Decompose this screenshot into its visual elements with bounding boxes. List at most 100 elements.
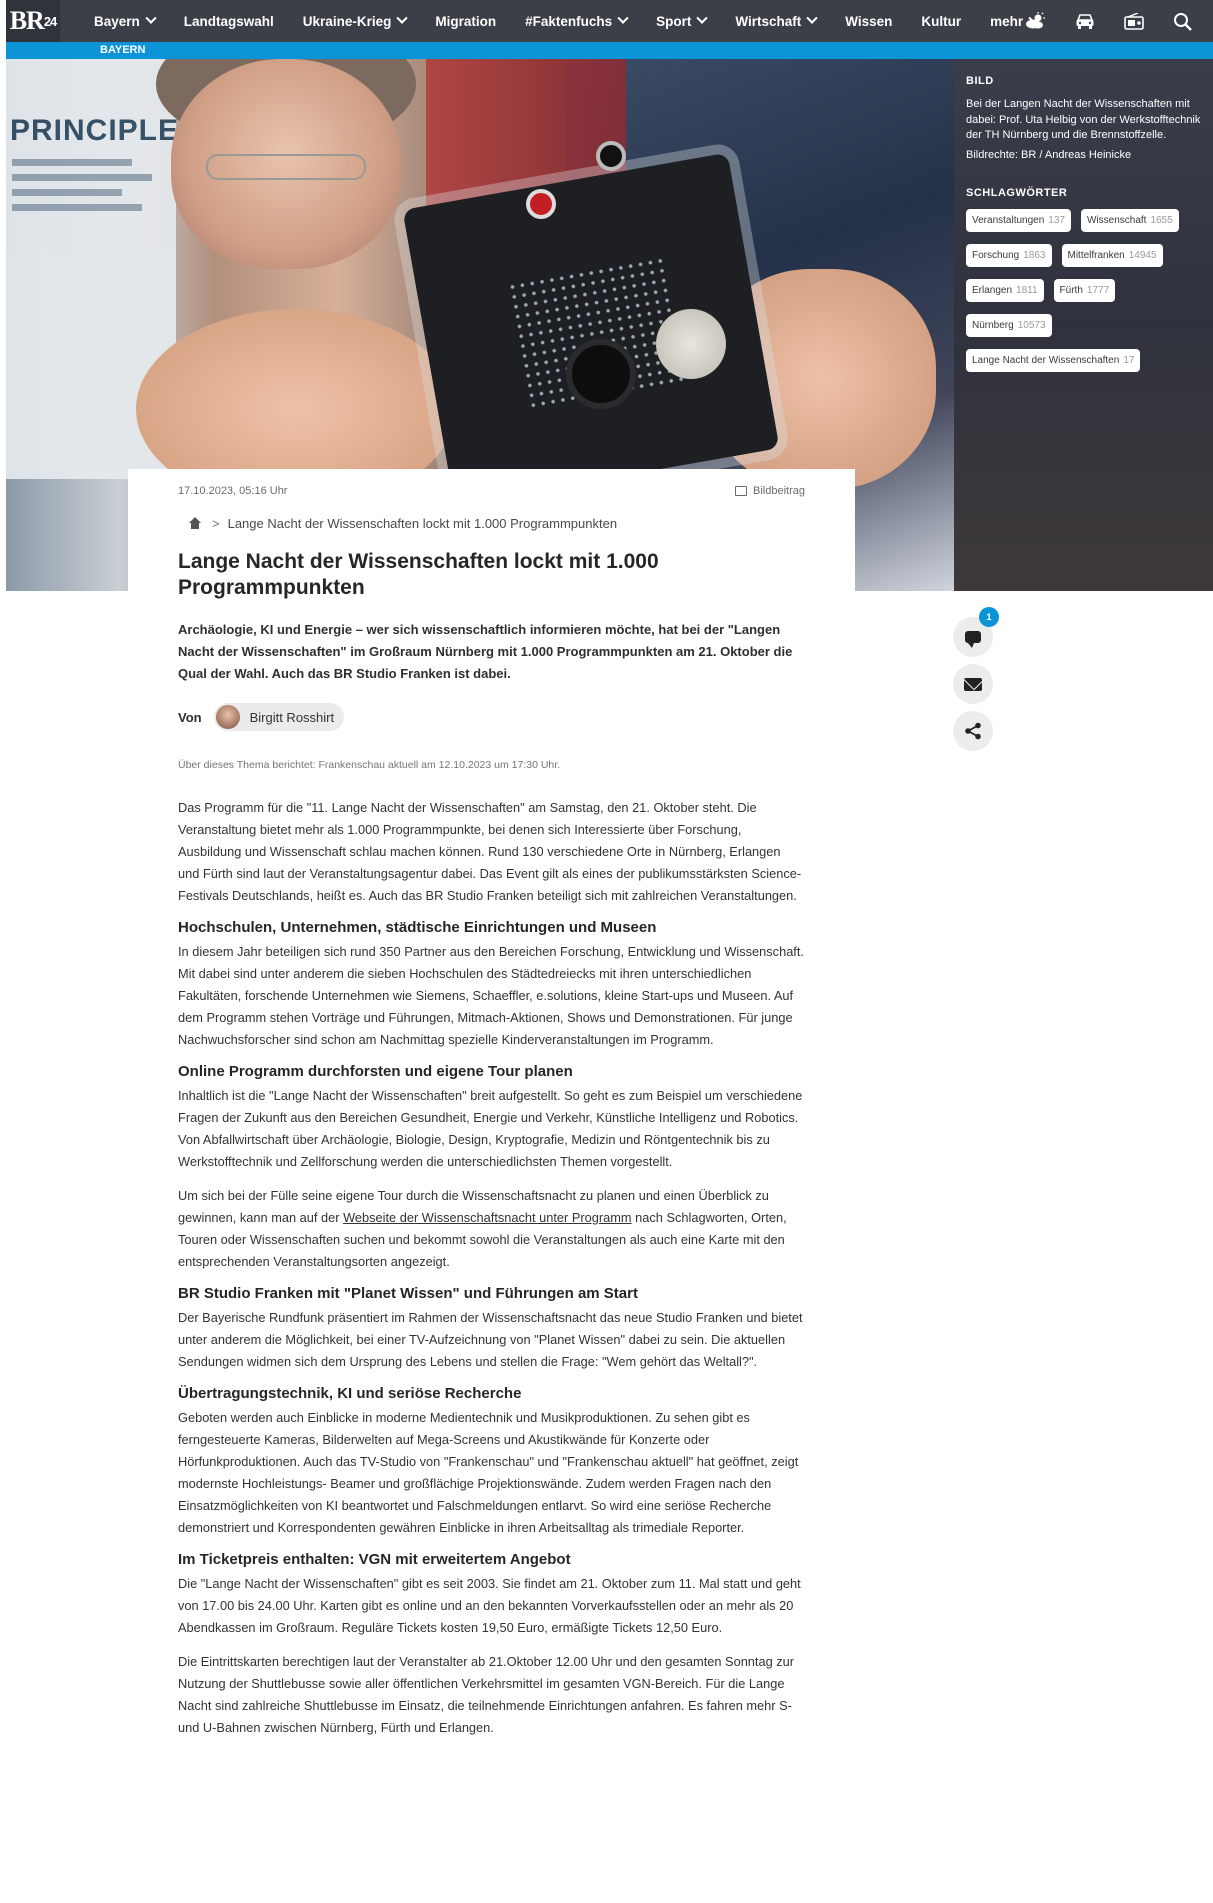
tag-chip[interactable]: Nürnberg 10573 [966, 314, 1052, 337]
author-line: Von Birgitt Rosshirt [178, 703, 805, 731]
article-lead: Archäologie, KI und Energie – wer sich w… [178, 622, 793, 681]
nav-item-bayern[interactable]: Bayern [94, 12, 157, 29]
nav-item-label: Migration [435, 13, 497, 29]
article-title: Lange Nacht der Wissenschaften lockt mit… [178, 550, 659, 599]
tag-chip[interactable]: Mittelfranken 14945 [1061, 244, 1163, 267]
article-meta: 17.10.2023, 05:16 Uhr Bildbeitrag [178, 469, 805, 519]
br24-logo[interactable]: BR 24 [6, 0, 60, 42]
tag-label: Veranstaltungen [972, 215, 1045, 226]
tags-heading: SCHLAGWÖRTER [966, 187, 1068, 199]
logo-text: BR [9, 6, 45, 35]
nav-item-label: Wissen [845, 13, 893, 29]
paragraph-with-link: Um sich bei der Fülle seine eigene Tour … [178, 1185, 805, 1273]
tag-label: Wissenschaft [1086, 215, 1147, 226]
tag-count: 1863 [1023, 250, 1046, 261]
tag-chip[interactable]: Erlangen 1811 [966, 279, 1044, 302]
avatar [215, 705, 240, 729]
tag-chip[interactable]: Wissenschaft 1655 [1080, 209, 1179, 232]
paragraph: In diesem Jahr beteiligen sich rund 350 … [178, 944, 804, 1047]
comments-button[interactable]: 1 [953, 607, 999, 657]
mail-icon [964, 677, 982, 691]
tag-list: Veranstaltungen 137 Wissenschaft 1655 Forsch… [966, 209, 1201, 372]
nav-item-migration[interactable]: Migration [435, 14, 496, 29]
chevron-down-icon [145, 12, 157, 24]
nav-item-wissen[interactable]: Wissen [845, 14, 892, 29]
author-name: Birgitt Rosshirt [249, 709, 335, 725]
paragraph: Geboten werden auch Einblicke in moderne… [178, 1410, 799, 1535]
program-website-link[interactable]: Webseite der Wissenschaftsnacht unter Pr… [343, 1210, 632, 1225]
paragraph: Inhaltlich ist die "Lange Nacht der Wiss… [178, 1088, 803, 1169]
tag-chip[interactable]: Fürth 1777 [1053, 279, 1116, 302]
device-port [566, 339, 636, 409]
nav-item-ukraine-krieg[interactable]: Ukraine-Krieg [302, 12, 408, 29]
region-bar: BAYERN [6, 42, 1213, 59]
radio-icon[interactable] [1109, 0, 1158, 42]
article-kind-label: Bildbeitrag [753, 485, 805, 497]
home-icon[interactable] [188, 517, 202, 529]
search-icon[interactable] [1158, 0, 1207, 42]
nav-item-wirtschaft[interactable]: Wirtschaft [735, 12, 818, 29]
article-kind: Bildbeitrag [735, 485, 805, 497]
image-heading: BILD [966, 75, 994, 87]
subheading: BR Studio Franken mit "Planet Wissen" un… [178, 1285, 638, 1302]
article-body: Das Programm für die "11. Lange Nacht de… [178, 797, 805, 1739]
subheading: Übertragungstechnik, KI und seriöse Rech… [178, 1385, 522, 1402]
tag-count: 17 [1123, 355, 1135, 366]
tag-label: Fürth [1059, 285, 1083, 296]
author-prefix: Von [178, 709, 202, 725]
device-cap [656, 309, 726, 379]
tag-count: 10573 [1017, 320, 1046, 331]
tag-chip[interactable]: Forschung 1863 [966, 244, 1052, 267]
nav-item-label: Kultur [921, 13, 962, 29]
comment-count-badge: 1 [979, 607, 999, 627]
image-caption: Bei der Langen Nacht der Wissenschaften … [966, 98, 1201, 141]
region-label[interactable]: BAYERN [100, 44, 145, 56]
nav-item-kultur[interactable]: Kultur [921, 14, 961, 29]
subheading: Hochschulen, Unternehmen, städtische Ein… [178, 919, 657, 936]
chevron-down-icon [396, 12, 408, 24]
nav-item-landtagswahl[interactable]: Landtagswahl [184, 14, 274, 29]
chevron-down-icon [806, 12, 818, 24]
traffic-car-icon[interactable] [1060, 0, 1109, 42]
weather-icon[interactable] [1011, 0, 1060, 42]
image-info-panel: BILD Bei der Langen Nacht der Wissenscha… [954, 59, 1213, 591]
subheading: Online Programm durchforsten und eigene … [178, 1063, 573, 1080]
chevron-down-icon [696, 12, 709, 24]
nav-item-label: Sport [656, 13, 692, 29]
paragraph: Das Programm für die "11. Lange Nacht de… [178, 800, 802, 903]
tag-label: Nürnberg [972, 320, 1014, 331]
article: 17.10.2023, 05:16 Uhr Bildbeitrag > Lang… [128, 469, 855, 1751]
nav-item-label: #Faktenfuchs [525, 13, 613, 29]
tag-label: Erlangen [972, 285, 1013, 296]
tag-label: Lange Nacht der Wissenschaften [972, 355, 1120, 366]
red-terminal [526, 189, 556, 219]
email-button[interactable] [953, 664, 993, 704]
share-button[interactable] [953, 711, 993, 751]
comment-icon [965, 631, 981, 648]
broadcast-note: Über dieses Thema berichtet: Frankenscha… [178, 759, 561, 771]
image-icon [735, 486, 748, 496]
nav-item-label: Landtagswahl [183, 13, 274, 29]
paragraph: Die Eintrittskarten berechtigen laut der… [178, 1654, 795, 1735]
article-date: 17.10.2023, 05:16 Uhr [178, 485, 288, 497]
share-icon [965, 722, 981, 740]
tag-chip[interactable]: Veranstaltungen 137 [966, 209, 1071, 232]
tag-count: 1655 [1150, 215, 1173, 226]
poster-text: PRINCIPLE [10, 114, 180, 147]
logo-sup: 24 [43, 13, 58, 29]
paragraph: Der Bayerische Rundfunk präsentiert im R… [178, 1310, 803, 1369]
tag-count: 1811 [1016, 285, 1038, 296]
subheading: Im Ticketpreis enthalten: VGN mit erweit… [178, 1551, 571, 1568]
tag-label: Mittelfranken [1067, 250, 1125, 261]
nav-item-faktenfuchs[interactable]: #Faktenfuchs [525, 12, 629, 29]
tag-chip[interactable]: Lange Nacht der Wissenschaften 17 [966, 349, 1141, 372]
author-chip[interactable]: Birgitt Rosshirt [213, 703, 345, 731]
nav-item-label: Ukraine-Krieg [302, 13, 392, 29]
black-terminal [596, 141, 626, 171]
tag-count: 1777 [1086, 285, 1110, 296]
hero-glasses [206, 154, 366, 180]
tag-count: 14945 [1128, 250, 1157, 261]
nav-item-sport[interactable]: Sport [656, 12, 709, 29]
nav-icons [1011, 0, 1207, 42]
nav-item-label: Bayern [94, 13, 140, 29]
